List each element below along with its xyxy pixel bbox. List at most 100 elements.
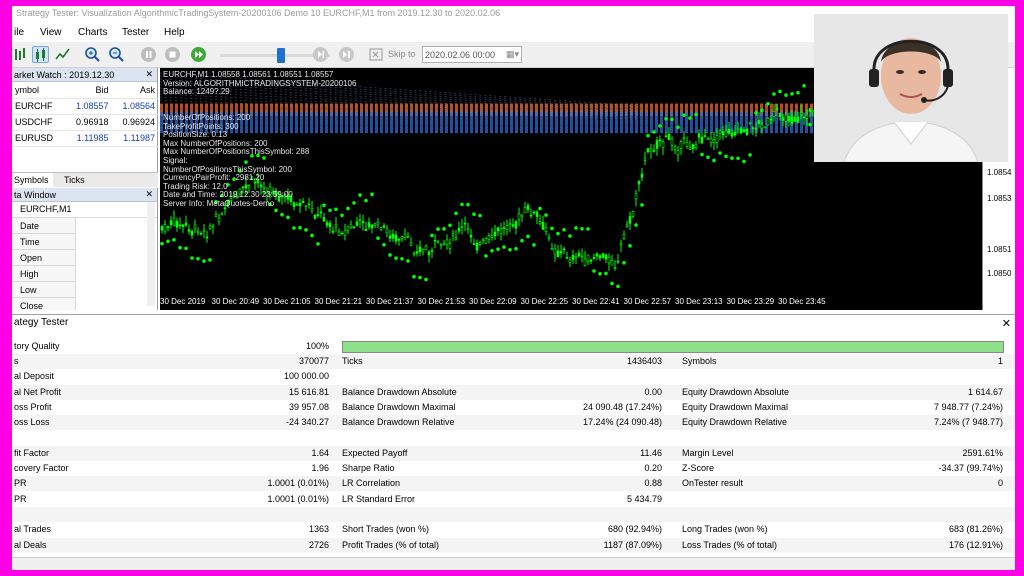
candle-body (307, 203, 311, 206)
candle-body (478, 242, 482, 245)
candle-body (241, 186, 245, 188)
close-icon[interactable]: ✕ (1002, 317, 1011, 330)
zoom-in-icon[interactable] (84, 46, 101, 63)
chart-info-line: Server Info: MetaQuotes-Demo (163, 199, 275, 208)
candle-body (391, 233, 395, 239)
sar-dot (316, 242, 320, 246)
result-l1: oss Loss (14, 417, 50, 428)
sar-dot (292, 226, 296, 230)
data-row-time: Time (12, 234, 76, 250)
sar-dot (172, 237, 176, 242)
candle-body (409, 242, 413, 246)
col-bid[interactable]: Bid (65, 82, 112, 99)
menu-view[interactable]: View (40, 27, 62, 38)
chart-bars-icon[interactable] (12, 46, 29, 63)
table-row[interactable]: USDCHF 0.96918 0.96924 (12, 114, 158, 131)
candle-body (532, 211, 536, 214)
candle-body (205, 236, 209, 239)
chart-time-axis: 30 Dec 2019 30 Dec 20:49 30 Dec 21:05 30 De… (160, 296, 982, 310)
tab-ticks[interactable]: Ticks (64, 175, 85, 185)
candles-icon[interactable] (32, 46, 49, 63)
bid-cell: 0.96918 (65, 114, 112, 131)
tab-symbols[interactable]: Symbols (14, 173, 53, 187)
bid-cell: 1.08557 (65, 98, 112, 115)
candle-body (793, 116, 797, 122)
table-row: al Deposit 100 000.00 (12, 369, 1015, 384)
candle-body (502, 227, 506, 229)
sar-dot (460, 202, 464, 207)
sar-dot (160, 241, 164, 246)
menu-charts[interactable]: Charts (78, 27, 107, 38)
speed-slider-thumb[interactable] (276, 48, 285, 63)
close-icon[interactable]: ✕ (145, 69, 153, 80)
sar-dot (436, 227, 440, 231)
result-v1: 15 616.81 (288, 386, 329, 397)
table-row[interactable]: EURUSD 1.11985 1.11987 (12, 130, 158, 147)
menu-tester[interactable]: Tester (122, 27, 149, 38)
result-v1: 1.0001 (0.01%) (267, 478, 329, 489)
skip-end-icon[interactable] (338, 46, 355, 63)
candle-body (493, 231, 497, 237)
candle-body (316, 214, 320, 216)
table-row[interactable]: EURCHF 1.08557 1.08564 (12, 98, 158, 115)
price-tick-label: 1.0850 (987, 269, 1012, 278)
candle-body (766, 117, 770, 126)
sar-dot (682, 113, 686, 117)
candle-body (184, 222, 188, 226)
candle-body (178, 224, 182, 227)
result-l1: al Trades (14, 524, 52, 535)
result-v2: 24 090.48 (17.24%) (582, 401, 662, 412)
result-l1: al Deals (14, 539, 47, 550)
sar-dot (622, 261, 626, 265)
sar-dot (334, 207, 338, 212)
candle-body (511, 224, 515, 227)
line-chart-icon[interactable] (54, 46, 71, 63)
candle-body (244, 184, 248, 189)
candle-body (463, 222, 467, 225)
candle-body (619, 243, 623, 246)
col-ask[interactable]: Ask (111, 82, 158, 99)
fast-forward-icon[interactable] (190, 46, 207, 63)
presenter-image (814, 14, 1008, 162)
candle-body (595, 253, 599, 257)
zoom-out-icon[interactable] (108, 46, 125, 63)
result-v2: 1187 (87.09%) (603, 539, 662, 550)
candle-body (688, 147, 692, 150)
result-v1: 2726 (308, 539, 329, 550)
stop-icon[interactable] (164, 46, 181, 63)
candle-body (370, 224, 374, 229)
candle-body (166, 226, 170, 228)
skip-to-icon[interactable] (368, 46, 385, 63)
candle-body (187, 229, 191, 232)
data-row-close: Close (12, 298, 76, 310)
col-symbol[interactable]: ymbol (12, 82, 66, 99)
sar-dot (196, 256, 200, 261)
table-row: al Deals 2726 Profit Trades (% of total) 11… (12, 537, 1015, 553)
sar-dot (724, 154, 728, 159)
horizontal-scrollbar[interactable] (12, 557, 1015, 570)
skip-to-date-input[interactable]: 2020.02.06 00:00 ▦▾ (422, 46, 522, 63)
candle-body (487, 235, 491, 240)
price-tick-label: 1.0853 (987, 194, 1012, 203)
sar-dot (802, 83, 806, 88)
sar-dot (478, 213, 482, 218)
candle-body (724, 130, 728, 137)
calendar-dropdown-icon[interactable]: ▦▾ (506, 49, 519, 60)
candle-body (658, 139, 662, 142)
sar-dot (796, 90, 800, 95)
menu-file[interactable]: ile (14, 27, 24, 38)
sar-dot (310, 233, 314, 238)
candle-body (778, 112, 782, 118)
pause-icon[interactable] (140, 46, 157, 63)
result-l2: Sharpe Ratio (342, 463, 395, 474)
step-forward-icon[interactable] (312, 46, 329, 63)
data-window-scrollbar[interactable] (147, 202, 155, 306)
close-icon[interactable]: ✕ (145, 189, 153, 200)
candle-body (670, 138, 674, 146)
candle-body (397, 239, 401, 241)
candle-body (745, 128, 749, 136)
result-v3: 0 (997, 478, 1003, 489)
sar-dot (454, 211, 458, 216)
candle-body (796, 116, 800, 123)
menu-help[interactable]: Help (164, 27, 185, 38)
